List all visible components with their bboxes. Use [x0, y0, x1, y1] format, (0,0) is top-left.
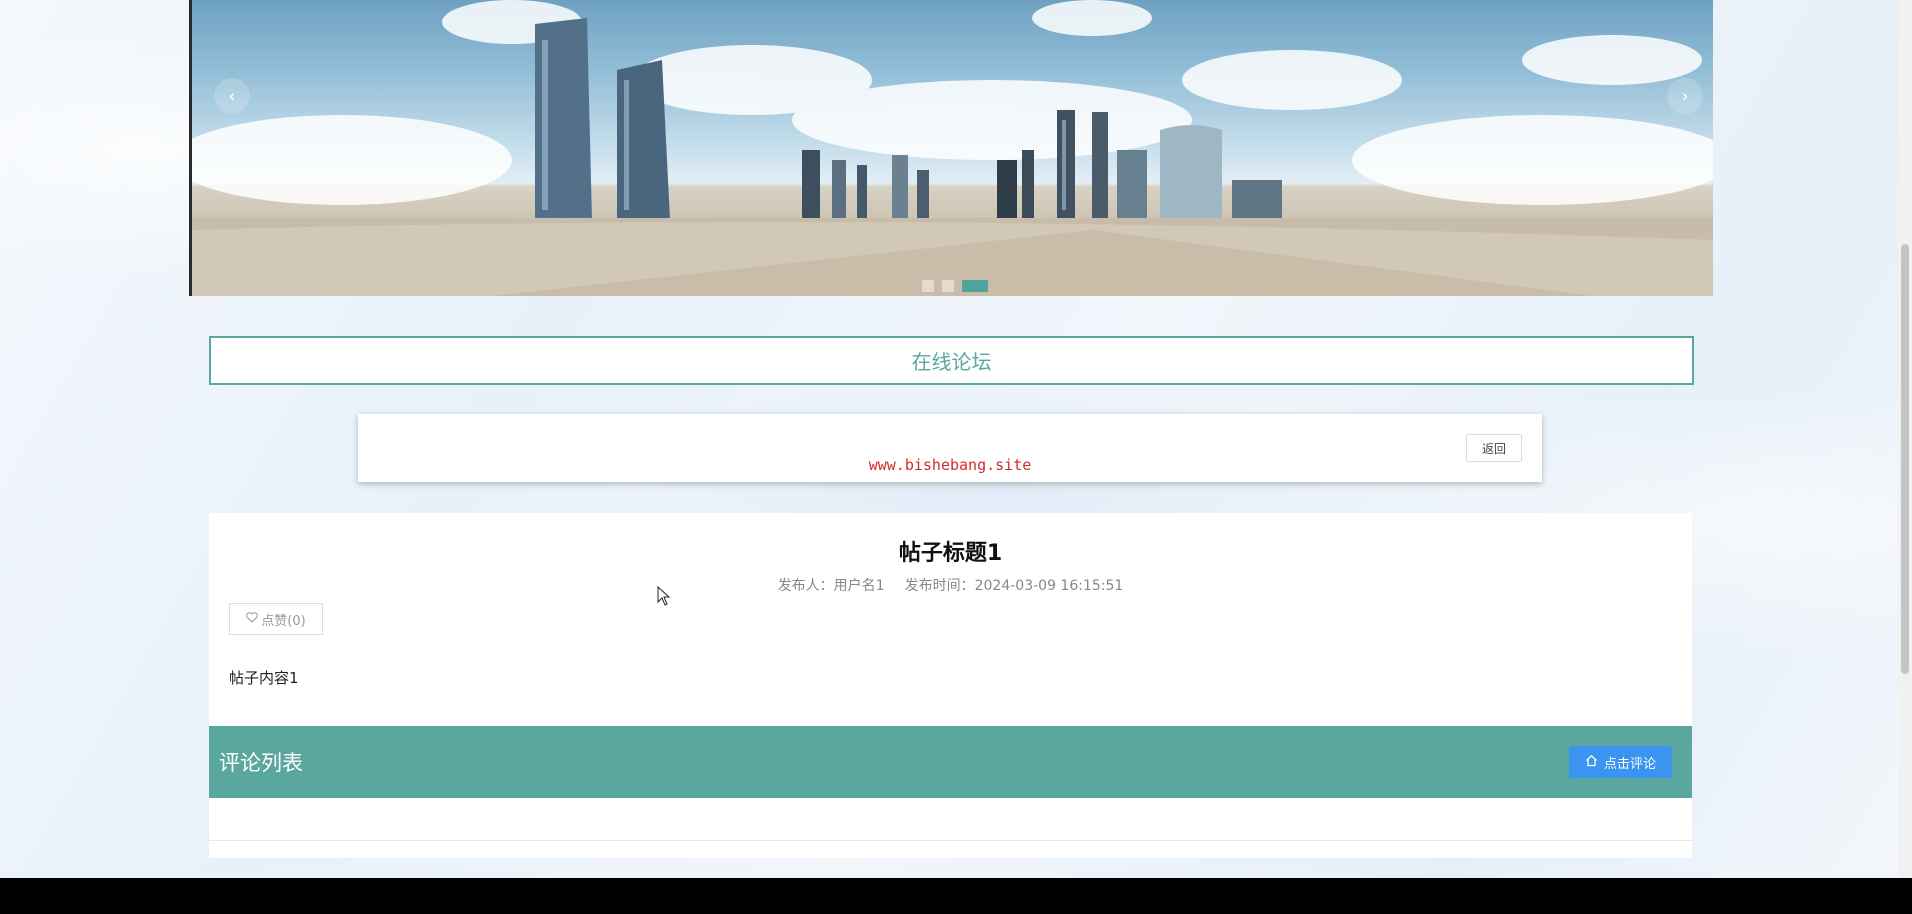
comments-list — [209, 798, 1692, 858]
city-skyline-image — [192, 0, 1713, 296]
home-icon — [1585, 754, 1598, 771]
watermark-text: www.bishebang.site — [868, 456, 1032, 474]
bottom-bar — [0, 878, 1912, 914]
carousel-next-button[interactable]: › — [1667, 78, 1703, 114]
carousel-dot[interactable] — [942, 280, 954, 292]
post-author: 发布人：用户名1 — [777, 578, 885, 594]
post-title: 帖子标题1 — [898, 541, 1003, 566]
detail-toolbar-panel: www.bishebang.site 返回 — [358, 414, 1542, 482]
forum-section-title: 在线论坛 — [209, 336, 1694, 385]
carousel-prev-button[interactable]: ‹ — [214, 78, 250, 114]
divider — [209, 840, 1692, 841]
post-time: 发布时间：2024-03-09 16:15:51 — [904, 578, 1124, 594]
post-detail-card: 帖子标题1 发布人：用户名1 发布时间：2024-03-09 16:15:51 … — [209, 513, 1692, 727]
like-button[interactable]: 点赞(0) — [229, 603, 323, 635]
add-comment-button[interactable]: 点击评论 — [1568, 746, 1672, 778]
banner-carousel: ‹ › — [189, 0, 1713, 296]
page-scrollbar[interactable] — [1898, 0, 1912, 878]
back-button[interactable]: 返回 — [1466, 434, 1522, 462]
carousel-dot-active[interactable] — [962, 280, 988, 292]
comments-title: 评论列表 — [219, 751, 303, 775]
post-meta: 发布人：用户名1 发布时间：2024-03-09 16:15:51 — [209, 575, 1692, 595]
mouse-cursor-icon — [657, 586, 671, 606]
section-title-text: 在线论坛 — [911, 350, 992, 374]
carousel-indicators — [922, 280, 988, 292]
like-label: 点赞(0) — [261, 613, 306, 629]
post-content: 帖子内容1 — [229, 669, 299, 687]
add-comment-label: 点击评论 — [1603, 756, 1656, 772]
comments-header: 评论列表 点击评论 — [209, 726, 1692, 798]
carousel-dot[interactable] — [922, 280, 934, 292]
scrollbar-thumb[interactable] — [1901, 244, 1909, 674]
heart-outline-icon — [246, 611, 259, 627]
